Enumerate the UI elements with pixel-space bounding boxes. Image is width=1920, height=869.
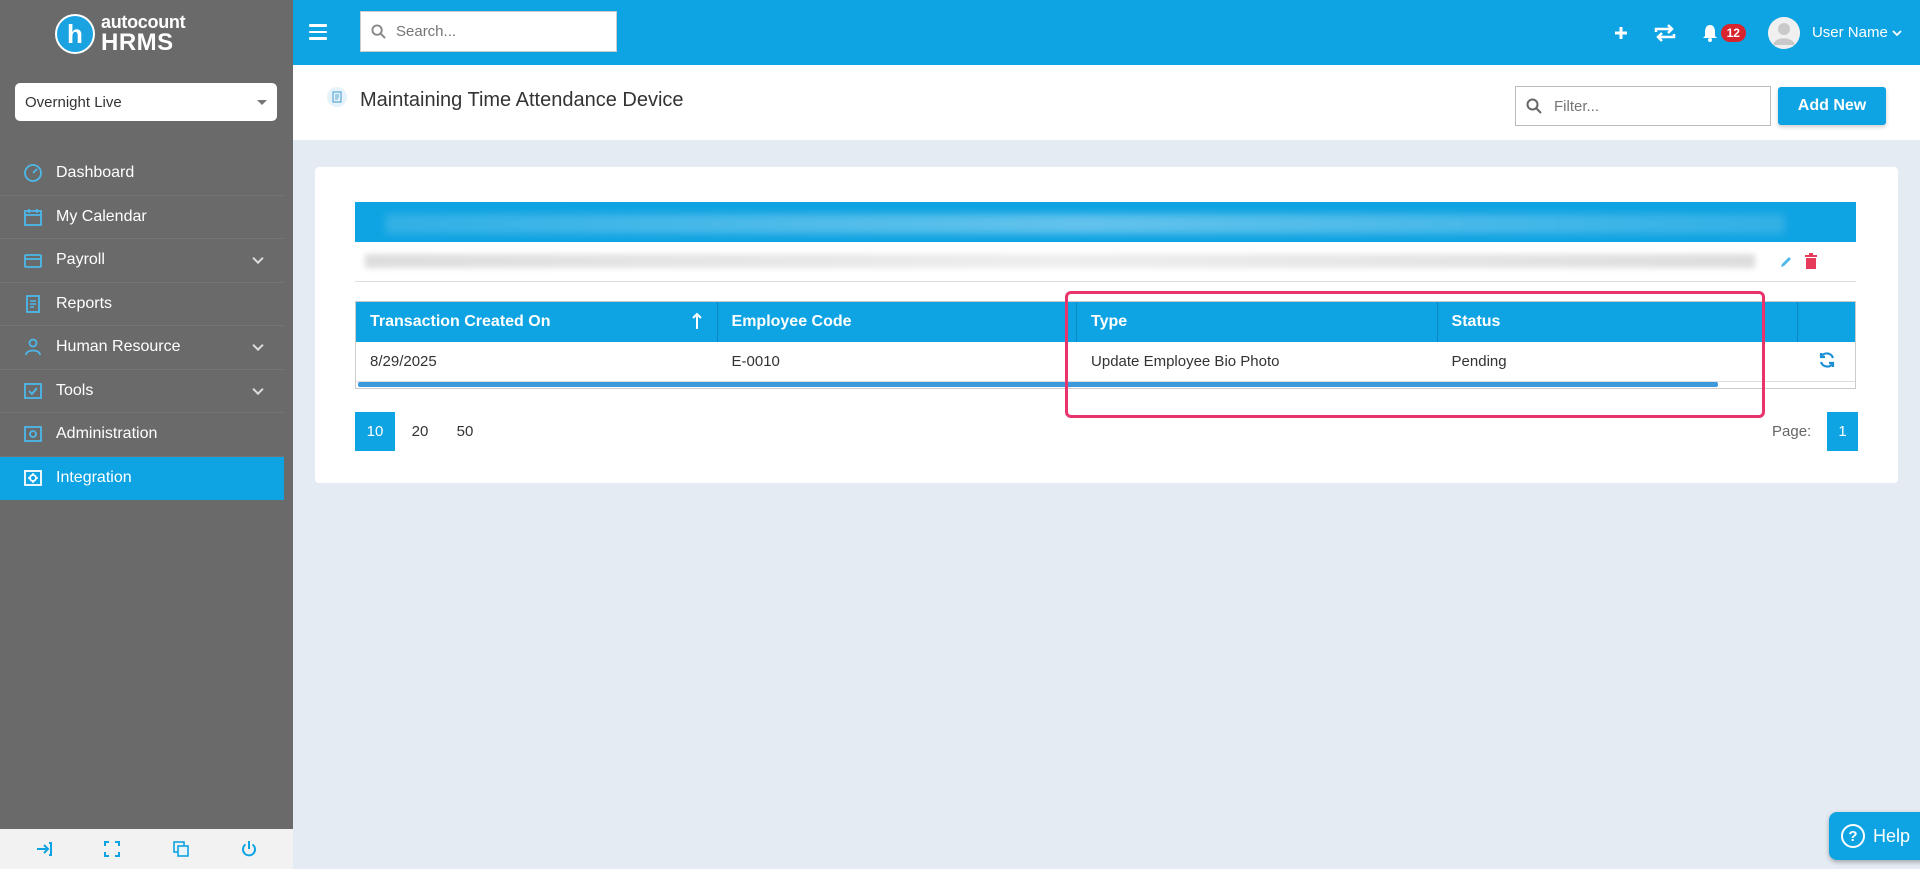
company-select-value: Overnight Live bbox=[25, 93, 122, 111]
sidebar-item-integration[interactable]: Integration bbox=[0, 456, 284, 500]
filter-input[interactable] bbox=[1554, 97, 1754, 115]
sidebar-item-label: Dashboard bbox=[56, 164, 135, 182]
sidebar-item-dashboard[interactable]: Dashboard bbox=[0, 152, 284, 196]
sidebar-item-human-resource[interactable]: Human Resource bbox=[0, 326, 284, 370]
chevron-down-icon bbox=[252, 339, 264, 352]
user-menu[interactable]: User Name bbox=[1812, 24, 1902, 41]
column-header-created-on[interactable]: Transaction Created On bbox=[356, 302, 718, 342]
notifications[interactable]: 12 bbox=[1702, 23, 1746, 42]
page-number-1[interactable]: 1 bbox=[1827, 412, 1858, 451]
brand-logo[interactable]: h autocount HRMS bbox=[55, 12, 186, 56]
device-icon bbox=[327, 87, 347, 107]
page-label: Page: bbox=[1772, 423, 1812, 440]
sidebar-item-administration[interactable]: Administration bbox=[0, 413, 284, 457]
language-icon[interactable] bbox=[169, 837, 193, 861]
sidebar-item-reports[interactable]: Reports bbox=[0, 283, 284, 326]
sidebar-item-tools[interactable]: Tools bbox=[0, 370, 284, 413]
table-row[interactable] bbox=[355, 242, 1856, 282]
page-size-50[interactable]: 50 bbox=[445, 412, 485, 451]
search-icon bbox=[371, 24, 386, 39]
help-icon: ? bbox=[1841, 824, 1865, 848]
calendar-icon bbox=[22, 206, 44, 228]
logo-bottom-text: HRMS bbox=[101, 29, 174, 56]
search-icon bbox=[1526, 98, 1542, 114]
cell-employee-code: E-0010 bbox=[731, 353, 780, 370]
sidebar-item-my-calendar[interactable]: My Calendar bbox=[0, 196, 284, 239]
chevron-down-icon bbox=[252, 383, 264, 395]
sidebar-item-label: My Calendar bbox=[56, 207, 147, 225]
filter-field[interactable] bbox=[1515, 86, 1771, 126]
top-bar: 12 User Name bbox=[293, 0, 1920, 65]
page-size-selector: 10 20 50 bbox=[355, 412, 490, 451]
edit-icon[interactable] bbox=[1779, 254, 1794, 273]
bell-icon bbox=[1702, 24, 1717, 42]
add-new-button[interactable]: Add New bbox=[1778, 87, 1886, 125]
sidebar-item-label: Human Resource bbox=[56, 338, 181, 356]
page-title: Maintaining Time Attendance Device bbox=[360, 89, 684, 111]
logout-icon[interactable] bbox=[32, 837, 56, 861]
sidebar-item-label: Integration bbox=[56, 469, 132, 487]
page-size-20[interactable]: 20 bbox=[400, 412, 440, 451]
payroll-icon bbox=[22, 249, 44, 271]
menu-toggle-icon[interactable] bbox=[309, 24, 327, 44]
reports-icon bbox=[22, 293, 44, 315]
sidebar-item-label: Administration bbox=[56, 425, 158, 443]
sort-ascending-icon bbox=[691, 312, 702, 329]
sidebar-nav: Dashboard My Calendar Payroll Reports Hu… bbox=[0, 152, 284, 500]
delete-icon[interactable] bbox=[1804, 253, 1818, 273]
sidebar-item-label: Reports bbox=[56, 294, 113, 312]
tools-icon bbox=[22, 380, 44, 402]
device-grid-header bbox=[355, 202, 1856, 242]
dashboard-icon bbox=[22, 162, 44, 184]
sync-icon[interactable] bbox=[1652, 22, 1678, 44]
integration-icon bbox=[22, 467, 44, 489]
notification-badge: 12 bbox=[1720, 23, 1746, 42]
company-select[interactable]: Overnight Live bbox=[15, 83, 277, 121]
human-resource-icon bbox=[22, 336, 44, 358]
highlight-annotation bbox=[1065, 291, 1765, 418]
sidebar-item-label: Tools bbox=[56, 381, 94, 399]
avatar[interactable] bbox=[1767, 16, 1800, 49]
cell-created-on: 8/29/2025 bbox=[370, 353, 437, 370]
add-icon[interactable] bbox=[1614, 26, 1628, 40]
help-button[interactable]: ? Help bbox=[1829, 812, 1920, 860]
cell-actions bbox=[1798, 342, 1855, 381]
help-label: Help bbox=[1873, 825, 1911, 846]
page-header: Maintaining Time Attendance Device Add N… bbox=[293, 65, 1920, 140]
fullscreen-icon[interactable] bbox=[100, 837, 124, 861]
page-size-10[interactable]: 10 bbox=[355, 412, 395, 451]
sidebar-item-payroll[interactable]: Payroll bbox=[0, 239, 284, 283]
device-grid bbox=[355, 202, 1856, 282]
column-header-actions bbox=[1798, 302, 1855, 342]
administration-icon bbox=[22, 423, 44, 445]
search-input[interactable] bbox=[396, 23, 596, 40]
logo-mark: h bbox=[55, 14, 95, 54]
chevron-down-icon bbox=[1892, 30, 1902, 37]
caret-down-icon bbox=[257, 99, 267, 105]
user-name: User Name bbox=[1811, 24, 1888, 41]
sidebar-footer bbox=[0, 829, 293, 869]
sidebar-item-label: Payroll bbox=[56, 251, 105, 269]
global-search[interactable] bbox=[360, 11, 617, 52]
chevron-down-icon bbox=[252, 252, 264, 265]
power-icon[interactable] bbox=[237, 837, 261, 861]
sidebar: h autocount HRMS Overnight Live Dashboar… bbox=[0, 0, 293, 869]
refresh-icon[interactable] bbox=[1818, 351, 1836, 373]
column-header-employee-code[interactable]: Employee Code bbox=[718, 302, 1078, 342]
